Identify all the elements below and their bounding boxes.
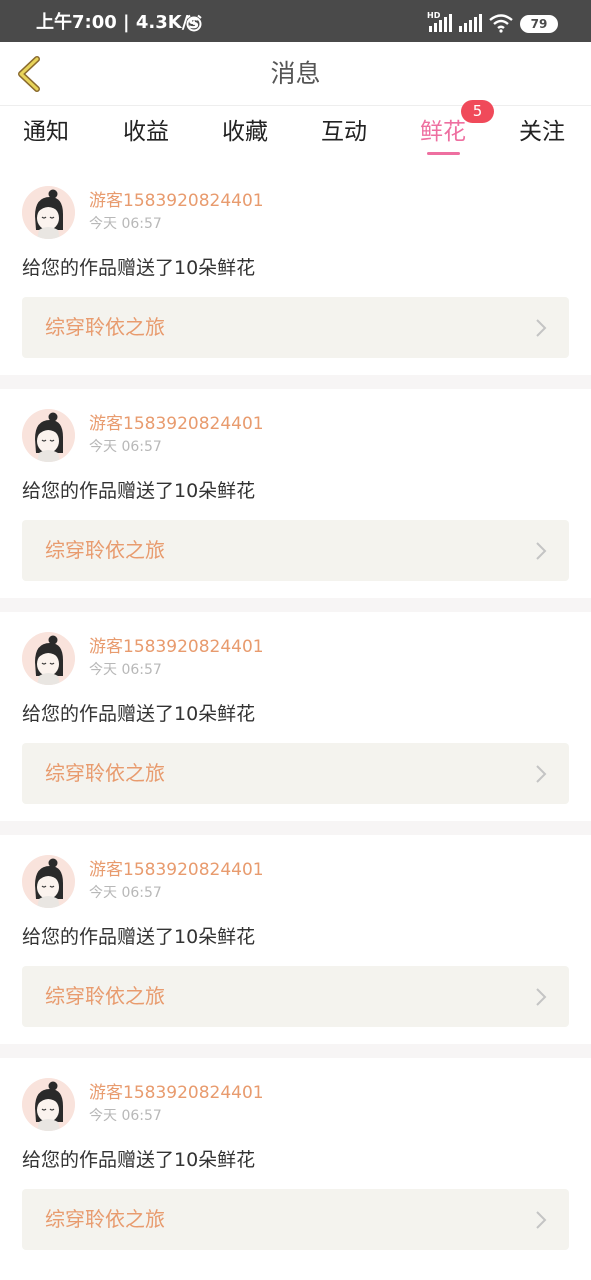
chevron-right-icon <box>536 765 547 783</box>
avatar[interactable] <box>22 409 75 462</box>
avatar[interactable] <box>22 855 75 908</box>
username[interactable]: 游客1583920824401 <box>89 859 264 881</box>
work-title: 综穿聆依之旅 <box>45 761 165 785</box>
username[interactable]: 游客1583920824401 <box>89 190 264 212</box>
active-tab-indicator <box>427 152 460 155</box>
tab-notice[interactable]: 通知 <box>23 116 69 148</box>
avatar[interactable] <box>22 1078 75 1131</box>
status-bar: 上午7:00 | 4.3K/s HD 79 <box>0 0 591 42</box>
work-link[interactable]: 综穿聆依之旅 <box>22 966 569 1027</box>
message-text: 给您的作品赠送了10朵鲜花 <box>22 703 256 725</box>
work-link[interactable]: 综穿聆依之旅 <box>22 297 569 358</box>
work-title: 综穿聆依之旅 <box>45 984 165 1008</box>
timestamp: 今天 06:57 <box>89 885 162 901</box>
unread-badge: 5 <box>461 100 494 123</box>
work-link[interactable]: 综穿聆依之旅 <box>22 1189 569 1250</box>
avatar-image <box>22 409 75 462</box>
chevron-right-icon <box>536 1211 547 1229</box>
username[interactable]: 游客1583920824401 <box>89 413 264 435</box>
chevron-right-icon <box>536 319 547 337</box>
signal-icon <box>429 14 452 32</box>
tab-favorites[interactable]: 收藏 <box>222 116 268 148</box>
work-link[interactable]: 综穿聆依之旅 <box>22 520 569 581</box>
avatar-image <box>22 632 75 685</box>
battery-icon: 79 <box>520 15 558 33</box>
message-text: 给您的作品赠送了10朵鲜花 <box>22 257 256 279</box>
tab-interaction[interactable]: 互动 <box>321 116 367 148</box>
username[interactable]: 游客1583920824401 <box>89 636 264 658</box>
divider <box>0 821 591 835</box>
work-title: 综穿聆依之旅 <box>45 1207 165 1231</box>
chevron-right-icon <box>536 988 547 1006</box>
work-link[interactable]: 综穿聆依之旅 <box>22 743 569 804</box>
status-time: 上午7:00 | 4.3K/s <box>36 12 200 33</box>
avatar-image <box>22 1078 75 1131</box>
divider <box>0 598 591 612</box>
tab-flowers[interactable]: 鲜花 <box>420 116 466 148</box>
divider <box>0 375 591 389</box>
divider <box>0 1044 591 1058</box>
timestamp: 今天 06:57 <box>89 439 162 455</box>
notification-card: 游客1583920824401 今天 06:57 给您的作品赠送了10朵鲜花 综… <box>0 835 591 1044</box>
message-text: 给您的作品赠送了10朵鲜花 <box>22 1149 256 1171</box>
work-title: 综穿聆依之旅 <box>45 315 165 339</box>
notification-list: 游客1583920824401 今天 06:57 给您的作品赠送了10朵鲜花 综… <box>0 166 591 1267</box>
page-title: 消息 <box>270 59 321 88</box>
avatar[interactable] <box>22 186 75 239</box>
tab-earnings[interactable]: 收益 <box>123 116 169 148</box>
wifi-icon <box>489 14 513 33</box>
message-text: 给您的作品赠送了10朵鲜花 <box>22 480 256 502</box>
avatar[interactable] <box>22 632 75 685</box>
notification-card: 游客1583920824401 今天 06:57 给您的作品赠送了10朵鲜花 综… <box>0 612 591 821</box>
avatar-image <box>22 186 75 239</box>
tab-follow[interactable]: 关注 <box>519 116 565 148</box>
alarm-icon <box>186 14 202 32</box>
avatar-image <box>22 855 75 908</box>
notification-card: 游客1583920824401 今天 06:57 给您的作品赠送了10朵鲜花 综… <box>0 389 591 598</box>
timestamp: 今天 06:57 <box>89 1108 162 1124</box>
timestamp: 今天 06:57 <box>89 216 162 232</box>
message-text: 给您的作品赠送了10朵鲜花 <box>22 926 256 948</box>
notification-card: 游客1583920824401 今天 06:57 给您的作品赠送了10朵鲜花 综… <box>0 1058 591 1267</box>
title-bar: 消息 <box>0 42 591 106</box>
signal-icon <box>459 14 482 32</box>
timestamp: 今天 06:57 <box>89 662 162 678</box>
tab-bar: 通知 收益 收藏 互动 鲜花 关注 <box>0 106 591 166</box>
chevron-right-icon <box>536 542 547 560</box>
notification-card: 游客1583920824401 今天 06:57 给您的作品赠送了10朵鲜花 综… <box>0 166 591 375</box>
username[interactable]: 游客1583920824401 <box>89 1082 264 1104</box>
work-title: 综穿聆依之旅 <box>45 538 165 562</box>
